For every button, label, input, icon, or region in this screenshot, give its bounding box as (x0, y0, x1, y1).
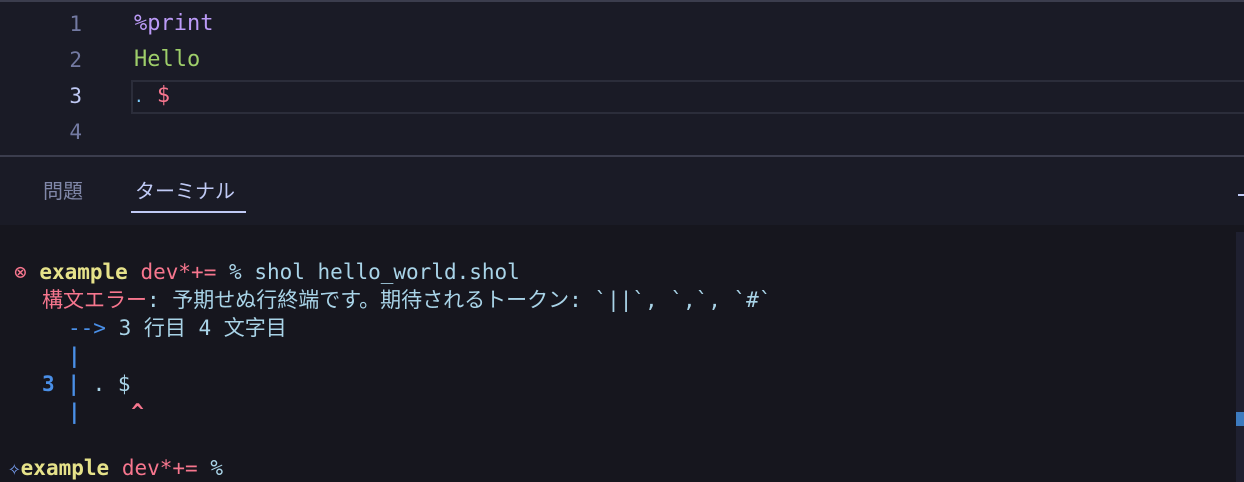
gutter-bar: | (68, 400, 81, 424)
source-snippet: . $ (92, 372, 131, 396)
prompt-symbol: % (229, 260, 242, 284)
terminal-output[interactable]: ⊗ example dev*+= % shol hello_world.shol… (0, 225, 1244, 482)
error-caret: ^ (131, 400, 144, 424)
line-number: 3 (69, 84, 82, 108)
gutter-line-number: 3 (42, 372, 55, 396)
code-editor[interactable]: 1 %print 2 Hello 3 . $ 4 (0, 0, 1244, 157)
active-tab-indicator (131, 211, 246, 213)
gutter-source-line: 3 | . $ (42, 370, 131, 398)
tab-problems[interactable]: 問題 (43, 177, 83, 205)
line-number: 4 (69, 120, 82, 144)
prompt-directory: example (20, 456, 110, 480)
gutter-bar: | (68, 344, 81, 368)
line-number: 1 (69, 12, 82, 36)
terminal-prompt-line[interactable]: ✧example dev*+= % (8, 454, 223, 482)
sparkle-icon: ✧ (8, 456, 21, 480)
location-text: 3 行目 4 文字目 (118, 316, 287, 340)
error-message: : 予期せぬ行終端です。期待されるトークン: `||`, `,`, `#` (147, 288, 772, 312)
token-dollar: $ (156, 83, 171, 108)
prompt-directory: example (39, 260, 128, 284)
gutter-caret-line: | ^ (68, 398, 144, 426)
gutter-bar: | (67, 372, 80, 396)
terminal-command-line: ⊗ example dev*+= % shol hello_world.shol (14, 258, 520, 286)
line-number: 2 (69, 48, 82, 72)
error-status-icon: ⊗ (14, 260, 27, 284)
prompt-symbol: % (210, 456, 223, 480)
terminal-scrollbar[interactable] (1236, 232, 1244, 482)
gutter-line-empty: | (68, 342, 81, 370)
line-code[interactable]: %print (134, 6, 213, 42)
error-line: 構文エラー: 予期せぬ行終端です。期待されるトークン: `||`, `,`, `… (42, 286, 771, 314)
token-directive: %print (134, 11, 214, 36)
editor-line[interactable]: 4 (0, 114, 1244, 150)
editor-line-active[interactable]: 3 . $ (0, 78, 1244, 114)
panel-action-edge[interactable] (1238, 194, 1244, 196)
panel-tab-bar: 問題 ターミナル (0, 157, 1244, 225)
editor-line[interactable]: 1 %print (0, 6, 1244, 42)
error-label: 構文エラー (42, 288, 147, 312)
prompt-git-branch: dev*+= (140, 260, 217, 284)
location-arrow: --> (68, 316, 106, 340)
terminal-scrollbar-thumb[interactable] (1236, 412, 1244, 426)
token-text: Hello (134, 47, 201, 72)
error-location-line: --> 3 行目 4 文字目 (68, 314, 287, 342)
command-text: shol hello_world.shol (254, 260, 520, 284)
tab-terminal[interactable]: ターミナル (135, 177, 235, 205)
line-code[interactable]: Hello (134, 42, 200, 78)
editor-line[interactable]: 2 Hello (0, 42, 1244, 78)
token-dot: . (134, 87, 144, 106)
line-code[interactable]: . $ (134, 78, 170, 115)
prompt-git-branch: dev*+= (121, 456, 198, 480)
